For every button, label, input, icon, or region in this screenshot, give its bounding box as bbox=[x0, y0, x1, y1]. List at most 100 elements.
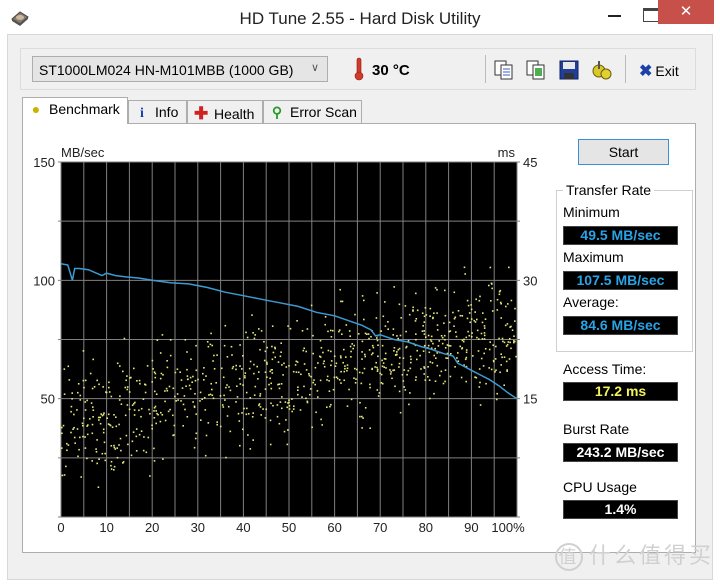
access-time-point bbox=[423, 333, 426, 335]
cpu-usage-value: 1.4% bbox=[563, 500, 678, 519]
drive-select[interactable]: ST1000LM024 HN-M101MBB (1000 GB) ∨ bbox=[32, 56, 328, 82]
access-time-point bbox=[166, 366, 169, 369]
tab-health[interactable]: ✚ Health bbox=[187, 100, 263, 123]
access-time-point bbox=[263, 340, 265, 343]
access-time-point bbox=[444, 314, 447, 317]
access-time-point bbox=[368, 349, 371, 351]
access-time-point bbox=[338, 330, 340, 333]
start-button[interactable]: Start bbox=[578, 139, 669, 165]
access-time-point bbox=[223, 344, 226, 347]
access-time-point bbox=[513, 341, 515, 344]
access-time-point bbox=[410, 361, 412, 364]
minimize-button[interactable] bbox=[600, 0, 630, 24]
access-time-point bbox=[224, 399, 226, 401]
close-button[interactable]: ✕ bbox=[658, 0, 714, 24]
copy-text-icon[interactable] bbox=[493, 59, 515, 81]
access-time-point bbox=[271, 325, 274, 327]
access-time-point bbox=[236, 385, 238, 387]
access-time-point bbox=[86, 433, 89, 436]
access-time-point bbox=[110, 460, 113, 463]
exit-button[interactable]: ✖ Exit bbox=[639, 61, 679, 81]
access-time-point bbox=[77, 455, 79, 458]
access-time-point bbox=[297, 371, 300, 374]
access-time-point bbox=[392, 334, 394, 336]
access-time-point bbox=[489, 266, 492, 269]
access-time-point bbox=[322, 351, 324, 354]
access-time-point bbox=[436, 329, 439, 331]
access-time-point bbox=[189, 376, 192, 379]
access-time-point bbox=[330, 360, 333, 362]
access-time-point bbox=[353, 344, 355, 347]
access-time-point bbox=[270, 402, 272, 405]
access-time-point bbox=[219, 425, 222, 428]
access-time-point bbox=[422, 325, 424, 327]
access-time-point bbox=[403, 369, 406, 371]
access-time-point bbox=[154, 372, 157, 375]
access-time-point bbox=[507, 341, 510, 343]
access-time-point bbox=[216, 423, 218, 426]
y-tick-label: 50 bbox=[41, 392, 55, 407]
access-time-point bbox=[485, 382, 487, 385]
access-time-point bbox=[169, 354, 172, 357]
access-time-point bbox=[348, 330, 351, 332]
access-time-point bbox=[182, 403, 185, 406]
access-time-point bbox=[282, 374, 284, 376]
access-time-point bbox=[340, 300, 342, 303]
access-time-point bbox=[153, 410, 155, 412]
access-time-point bbox=[286, 443, 289, 446]
access-time-point bbox=[427, 344, 430, 347]
access-time-point bbox=[457, 310, 460, 312]
access-time-point bbox=[370, 335, 372, 338]
access-time-point bbox=[212, 397, 215, 400]
access-time-point bbox=[153, 460, 156, 462]
save-icon[interactable] bbox=[558, 59, 580, 81]
access-time-point bbox=[299, 409, 302, 411]
access-time-point bbox=[161, 334, 164, 336]
access-time-point bbox=[361, 415, 363, 418]
access-time-point bbox=[244, 375, 246, 377]
access-time-point bbox=[333, 355, 336, 357]
access-time-point bbox=[467, 330, 469, 333]
access-time-point bbox=[110, 445, 113, 447]
tab-info[interactable]: i Info bbox=[128, 100, 187, 123]
tab-error-scan[interactable]: ⚲ Error Scan bbox=[263, 100, 362, 123]
access-time-point bbox=[490, 282, 493, 285]
access-time-point bbox=[361, 427, 363, 429]
access-time-point bbox=[123, 337, 126, 340]
access-time-point bbox=[63, 474, 66, 476]
access-time-point bbox=[209, 393, 212, 396]
copy-screenshot-icon[interactable] bbox=[525, 59, 547, 81]
access-time-point bbox=[459, 314, 462, 317]
x-tick-label: 100% bbox=[491, 520, 525, 535]
access-time-point bbox=[164, 400, 166, 403]
access-time-point bbox=[108, 386, 110, 389]
access-time-point bbox=[148, 408, 150, 411]
options-icon[interactable] bbox=[591, 59, 613, 81]
access-time-point bbox=[162, 458, 164, 460]
x-tick-label: 90 bbox=[464, 520, 478, 535]
access-time-point bbox=[270, 387, 273, 390]
access-time-point bbox=[259, 406, 262, 408]
tab-benchmark[interactable]: ● Benchmark bbox=[22, 97, 128, 124]
access-time-point bbox=[482, 365, 485, 367]
access-time-point bbox=[423, 367, 426, 369]
access-time-point bbox=[181, 387, 184, 389]
access-time-point bbox=[300, 373, 302, 376]
access-time-point bbox=[116, 362, 119, 365]
access-time-point bbox=[145, 451, 148, 454]
access-time-point bbox=[465, 356, 468, 359]
access-time-point bbox=[309, 388, 312, 390]
access-time-point bbox=[259, 393, 262, 395]
access-time-point bbox=[364, 407, 367, 409]
access-time-point bbox=[463, 266, 466, 269]
access-time-point bbox=[402, 380, 405, 382]
access-time-point bbox=[317, 362, 319, 364]
access-time-point bbox=[284, 401, 287, 403]
minimum-label: Minimum bbox=[563, 204, 620, 220]
access-time-point bbox=[225, 386, 227, 389]
access-time-point bbox=[263, 359, 266, 362]
access-time-point bbox=[338, 379, 341, 381]
access-time-point bbox=[204, 409, 207, 411]
access-time-point bbox=[376, 292, 378, 294]
access-time-point bbox=[134, 401, 136, 404]
